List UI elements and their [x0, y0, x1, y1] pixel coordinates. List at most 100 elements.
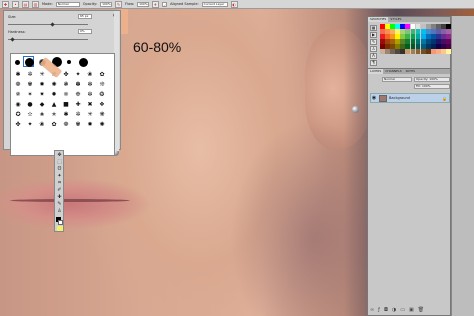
color-swatch[interactable] — [430, 34, 436, 39]
color-swatch[interactable] — [415, 29, 421, 34]
color-swatch[interactable] — [420, 44, 426, 50]
new-group-icon[interactable]: ▭ — [400, 307, 405, 313]
color-swatch[interactable] — [410, 49, 416, 55]
color-swatch[interactable] — [415, 44, 421, 50]
color-swatch[interactable] — [400, 44, 406, 50]
brush-preset[interactable]: ✶ — [26, 92, 34, 98]
layer-row-background[interactable]: ◉ Background 🔒 — [370, 93, 450, 103]
brush-preset[interactable]: ✤ — [62, 72, 70, 78]
color-swatch[interactable] — [380, 44, 385, 50]
color-swatch[interactable] — [395, 34, 401, 39]
brush-preset[interactable]: ✳ — [86, 112, 94, 118]
brush-preset[interactable] — [67, 60, 71, 64]
color-swatch[interactable] — [430, 24, 436, 29]
color-swatch[interactable] — [425, 29, 431, 34]
color-swatch[interactable] — [446, 49, 452, 55]
color-swatch[interactable] — [441, 44, 446, 50]
brush-preset[interactable]: ✪ — [14, 112, 22, 118]
brush-preset[interactable]: ✹ — [50, 92, 58, 98]
ignore-adjustment-layers-icon[interactable]: ◐ — [230, 0, 238, 8]
brush-preset[interactable]: ❖ — [98, 102, 106, 108]
color-swatch[interactable] — [385, 44, 390, 50]
brush-preset[interactable]: ❀ — [38, 122, 46, 128]
brush-preset[interactable] — [25, 57, 34, 67]
brush-preset[interactable]: ✻ — [86, 82, 94, 88]
delete-layer-icon[interactable]: 🗑 — [418, 307, 424, 313]
brush-preset[interactable]: ✚ — [74, 102, 82, 108]
brush-preset[interactable]: ✺ — [98, 122, 106, 128]
color-swatch[interactable] — [420, 29, 426, 34]
color-swatch[interactable] — [420, 39, 426, 45]
color-swatch[interactable] — [441, 34, 446, 39]
color-swatch[interactable] — [410, 34, 416, 39]
color-swatch[interactable] — [436, 49, 441, 55]
tab-channels[interactable]: CHANNELS — [383, 69, 403, 74]
lasso-tool-icon[interactable]: ʘ — [56, 166, 63, 172]
color-swatch[interactable] — [430, 39, 436, 45]
flow-field[interactable]: 100% — [137, 1, 150, 7]
layer-style-icon[interactable]: ƒ — [378, 307, 380, 313]
adjustment-layer-icon[interactable]: ◑ — [392, 307, 396, 313]
color-swatch[interactable] — [420, 49, 426, 55]
crop-tool-icon[interactable]: ⌗ — [56, 180, 63, 186]
brush-preset[interactable]: ◆ — [38, 102, 46, 108]
color-swatch[interactable] — [400, 24, 406, 29]
color-swatch[interactable] — [430, 49, 436, 55]
color-swatch[interactable] — [425, 34, 431, 39]
color-swatch[interactable] — [400, 29, 406, 34]
brush-preset[interactable]: ✦ — [74, 72, 82, 78]
color-swatch[interactable] — [385, 29, 390, 34]
link-layers-icon[interactable]: ∞ — [370, 307, 374, 313]
color-swatch[interactable] — [436, 34, 441, 39]
color-swatch[interactable] — [441, 39, 446, 45]
airbrush-icon[interactable]: ✈ — [152, 0, 160, 8]
brush-preset[interactable]: ❊ — [98, 82, 106, 88]
brush-preset[interactable]: ✼ — [86, 92, 94, 98]
blend-mode-select[interactable]: Normal — [382, 77, 412, 82]
color-swatch[interactable] — [441, 24, 446, 29]
brush-preset[interactable]: ✦ — [26, 122, 34, 128]
brush-preset[interactable] — [79, 57, 88, 67]
hardness-input[interactable]: 0% — [78, 29, 92, 34]
color-swatch[interactable] — [380, 34, 385, 39]
tab-styles[interactable]: STYLES — [388, 17, 403, 22]
color-swatch[interactable] — [410, 39, 416, 45]
opacity-field[interactable]: 100% — [100, 1, 113, 7]
layer-fill-field[interactable]: Fill: 100% — [414, 84, 450, 89]
color-swatch[interactable] — [395, 44, 401, 50]
brush-preset-picker-button[interactable]: • — [12, 0, 19, 8]
brush-preset[interactable]: ✱ — [14, 72, 22, 78]
brush-preset[interactable]: ■ — [62, 102, 70, 108]
character-panel-icon[interactable]: A — [370, 53, 377, 59]
brush-preset[interactable]: ✸ — [38, 82, 46, 88]
color-swatch[interactable] — [380, 29, 385, 34]
color-swatch[interactable] — [380, 49, 385, 55]
color-swatch[interactable] — [390, 49, 395, 55]
color-swatch[interactable] — [425, 39, 431, 45]
eyedropper-tool-icon[interactable]: ✐ — [56, 187, 63, 193]
brush-preset[interactable]: ✾ — [26, 82, 34, 88]
toggle-clone-source-icon[interactable]: ▥ — [32, 0, 39, 8]
brush-preset[interactable]: ▲ — [50, 102, 58, 108]
color-swatch[interactable] — [446, 24, 452, 29]
move-tool-icon[interactable]: ✥ — [56, 152, 63, 158]
brush-preset[interactable]: ● — [26, 102, 34, 108]
color-swatch[interactable] — [415, 24, 421, 29]
brush-preset[interactable]: ✲ — [74, 112, 82, 118]
brush-preset[interactable]: ✺ — [50, 82, 58, 88]
color-swatch[interactable] — [400, 49, 406, 55]
color-swatch[interactable] — [405, 34, 411, 39]
hardness-slider[interactable] — [8, 39, 88, 40]
color-swatch[interactable] — [436, 44, 441, 50]
mode-select[interactable]: Normal — [55, 1, 80, 7]
color-swatch[interactable] — [436, 39, 441, 45]
color-swatch[interactable] — [415, 34, 421, 39]
color-swatch[interactable] — [436, 29, 441, 34]
color-swatch[interactable] — [380, 39, 385, 45]
brush-preset[interactable]: ✱ — [62, 112, 70, 118]
paragraph-panel-icon[interactable]: ¶ — [370, 60, 377, 66]
color-swatch[interactable] — [425, 49, 431, 55]
brush-preset[interactable]: ✿ — [50, 122, 58, 128]
color-swatch[interactable] — [405, 39, 411, 45]
color-swatch[interactable] — [446, 34, 452, 39]
